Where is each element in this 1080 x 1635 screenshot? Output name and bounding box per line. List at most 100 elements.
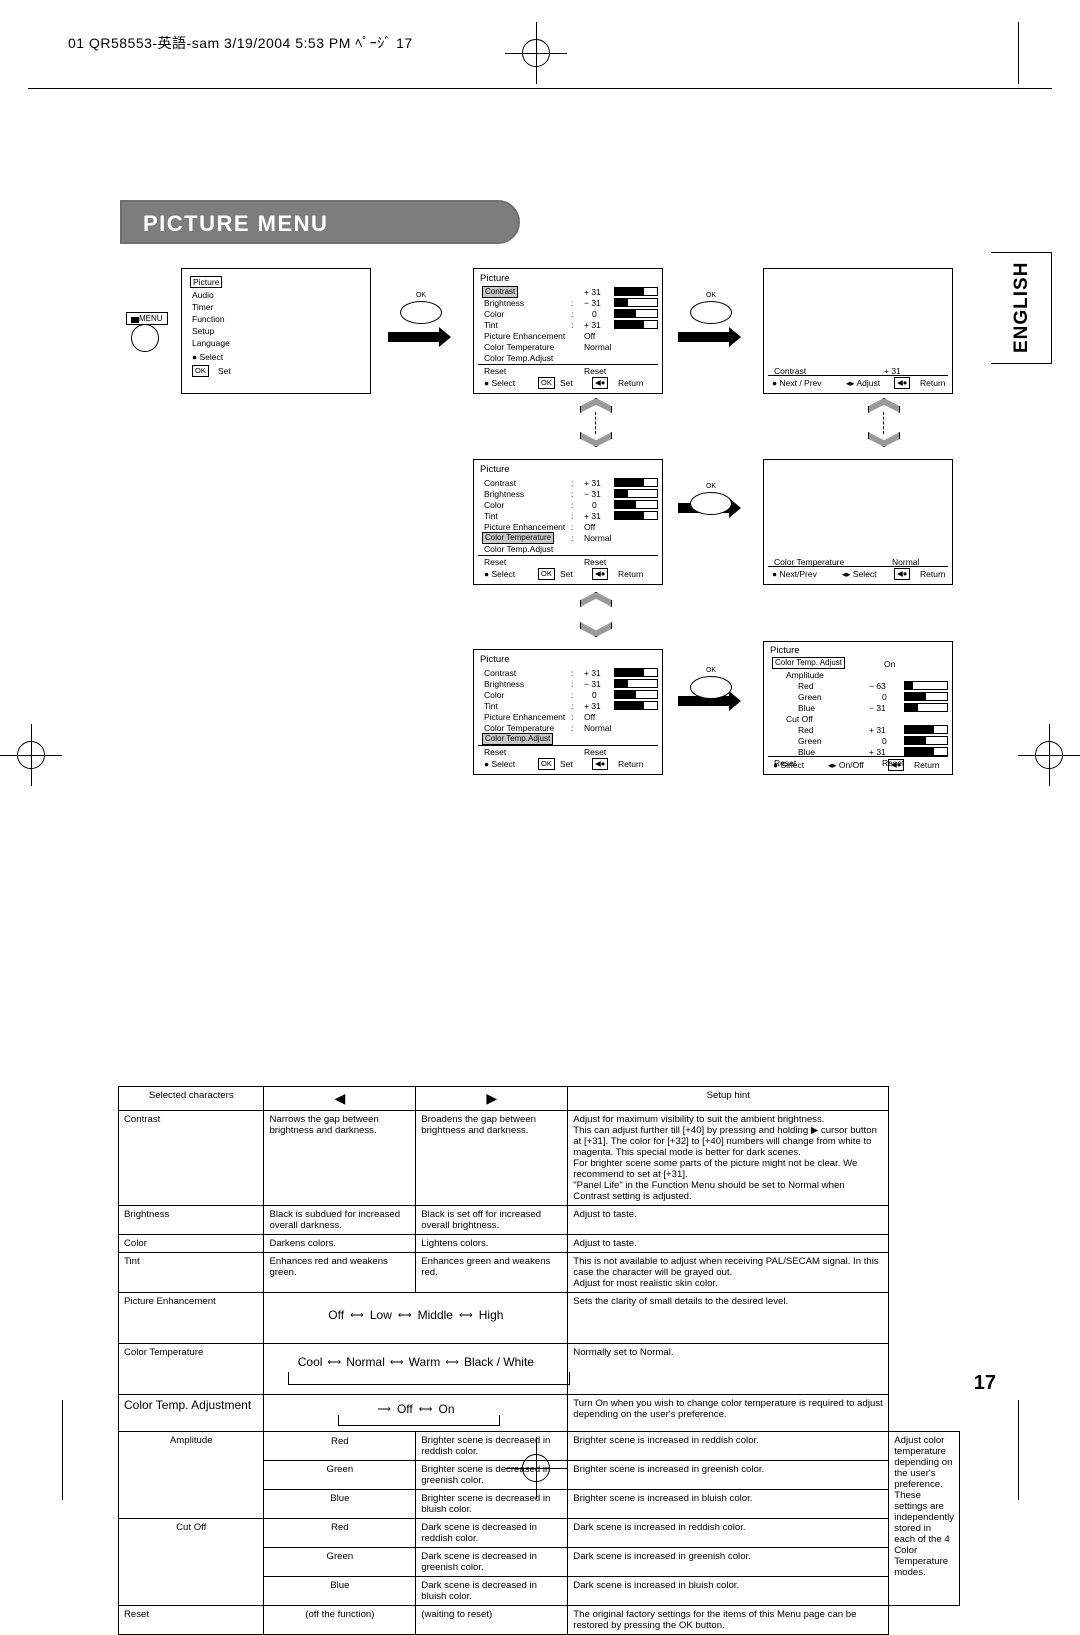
osd-panel6-row-enhancement-label[interactable]: Picture Enhancement	[484, 712, 565, 722]
osd-panel7-amp-green-value: 0	[882, 692, 887, 702]
osd-panel4-row-colortemp-label[interactable]: Color Temperature	[482, 532, 555, 544]
osd-menu-item-setup[interactable]: Setup	[192, 326, 214, 336]
osd-panel7-amp-green-label[interactable]: Green	[798, 692, 822, 702]
osd-panel6-row-brightness-label[interactable]: Brightness	[484, 679, 524, 689]
flow-arrow-icon: ⟷	[397, 1309, 412, 1321]
nav-chevron-up-3[interactable]	[580, 592, 612, 607]
osd-panel7-amp-blue-value: − 31	[869, 703, 886, 713]
osd-panel4-footer-select-label: Select	[491, 569, 516, 579]
osd-panel4-row-contrast-label[interactable]: Contrast	[484, 478, 516, 488]
document-page: 01 QR58553-英語-sam 3/19/2004 5:53 PM ﾍﾟｰｼ…	[0, 0, 1080, 1635]
osd-panel6-row-contrast-bar[interactable]	[614, 668, 658, 677]
osd-panel6-colon-2: :	[571, 679, 574, 689]
osd-panel7-cut-red-label[interactable]: Red	[798, 725, 814, 735]
osd-menu-item-audio[interactable]: Audio	[192, 290, 214, 300]
osd-panel2-row-brightness-label[interactable]: Brightness	[484, 298, 524, 308]
osd-panel7-amp-red-bar[interactable]	[904, 681, 948, 690]
osd-panel2-row-enhancement-label[interactable]: Picture Enhancement	[484, 331, 565, 341]
flow-loop-connector-colortemp	[288, 1372, 571, 1385]
nav-chevron-down-3[interactable]	[580, 622, 612, 637]
osd-menu-item-function[interactable]: Function	[192, 314, 225, 324]
osd-panel4-row-contrast-bar[interactable]	[614, 478, 658, 487]
osd-panel2-row-colortemp-label[interactable]: Color Temperature	[484, 342, 554, 352]
osd-panel4-row-color-bar[interactable]	[614, 500, 658, 509]
osd-panel4-row-color-label[interactable]: Color	[484, 500, 504, 510]
osd-panel7-amp-blue-label[interactable]: Blue	[798, 703, 815, 713]
osd-panel4-row-tint-label[interactable]: Tint	[484, 511, 498, 521]
osd-panel7-amp-red-label[interactable]: Red	[798, 681, 814, 691]
osd-panel6-row-reset-label[interactable]: Reset	[484, 747, 506, 757]
osd-panel4-colon-4: :	[571, 511, 574, 521]
osd-panel6-row-color-bar[interactable]	[614, 690, 658, 699]
osd-panel7-amp-green-bar[interactable]	[904, 692, 948, 701]
osd-panel4-row-brightness-bar[interactable]	[614, 489, 658, 498]
osd-panel7-head-label[interactable]: Color Temp. Adjust	[772, 657, 845, 669]
osd-panel4-row-tint-value: + 31	[584, 511, 601, 521]
row-group-cutoff: Cut Off	[117, 1518, 265, 1606]
nav-chevron-down-1[interactable]	[580, 432, 612, 447]
osd-panel7-cut-red-bar[interactable]	[904, 725, 948, 734]
row-flow-colortemp-adjustment: ⟶ Off ⟷ On	[263, 1394, 569, 1432]
osd-panel6-row-contrast-label[interactable]: Contrast	[484, 668, 516, 678]
ok-button-2-label: OK	[705, 292, 717, 299]
osd-panel2-footer-return-icon: ◀●	[592, 377, 609, 389]
ok-button-4[interactable]: OK	[690, 667, 732, 699]
osd-panel7-amp-blue-bar[interactable]	[904, 703, 948, 712]
ok-button-3[interactable]: OK	[690, 483, 732, 515]
osd-panel-colortemp-select: Color Temperature Normal ● Next/Prev ◂▸ …	[763, 459, 953, 585]
osd-panel6-row-color-label[interactable]: Color	[484, 690, 504, 700]
osd-panel2-row-tint-bar[interactable]	[614, 320, 658, 329]
page-title: PICTURE MENU	[143, 211, 329, 236]
osd-panel7-cut-green-label[interactable]: Green	[798, 736, 822, 746]
osd-panel6-row-colortemp-label[interactable]: Color Temperature	[484, 723, 554, 733]
row-color-green-cutoff: Green	[263, 1547, 417, 1577]
osd-menu-item-language[interactable]: Language	[192, 338, 230, 348]
osd-panel7-cut-green-bar[interactable]	[904, 736, 948, 745]
nav-chevron-down-2[interactable]	[868, 432, 900, 447]
osd-panel2-row-brightness-bar[interactable]	[614, 298, 658, 307]
menu-button[interactable]	[131, 324, 159, 352]
osd-panel6-footer-set: Set	[560, 759, 573, 769]
osd-panel4-row-brightness-label[interactable]: Brightness	[484, 489, 524, 499]
osd-panel4-row-enhancement-label[interactable]: Picture Enhancement	[484, 522, 565, 532]
table-header-setup-hint: Setup hint	[567, 1086, 890, 1111]
osd-panel2-row-color-label[interactable]: Color	[484, 309, 504, 319]
osd-menu-item-picture[interactable]: Picture	[190, 276, 223, 288]
osd-panel2-row-reset-label[interactable]: Reset	[484, 366, 506, 376]
osd-panel2-row-contrast-bar[interactable]	[614, 287, 658, 296]
flow-item-low: Low	[369, 1308, 392, 1322]
osd-panel6-row-enhancement-value: Off	[584, 712, 596, 722]
osd-panel4-row-reset-label[interactable]: Reset	[484, 557, 506, 567]
flow-arrow-icon: ⟷	[458, 1309, 473, 1321]
registration-mark-right-circle	[1035, 741, 1063, 769]
osd-panel6-row-tint-label[interactable]: Tint	[484, 701, 498, 711]
osd-menu-item-timer[interactable]: Timer	[192, 302, 213, 312]
flow-loop-connector-ctadjust	[338, 1415, 501, 1426]
osd-panel2-row-color-bar[interactable]	[614, 309, 658, 318]
ok-button-2[interactable]: OK	[690, 292, 732, 324]
nav-chevron-up-1[interactable]	[580, 398, 612, 413]
osd-panel4-row-ctadjust-label[interactable]: Color Temp.Adjust	[484, 544, 553, 554]
osd-panel4-row-tint-bar[interactable]	[614, 511, 658, 520]
nav-dashed-connector-1	[595, 412, 596, 434]
osd-panel7-cut-blue-bar[interactable]	[904, 747, 948, 756]
osd-panel6-footer-return-icon: ◀●	[592, 758, 609, 770]
osd-panel3-footer-nextprev-label: Next / Prev	[779, 378, 822, 388]
row-left-cut-blue: Dark scene is decreased in bluish color.	[415, 1576, 569, 1606]
table-header-selected-characters: Selected characters	[117, 1086, 265, 1111]
osd-panel2-row-tint-label[interactable]: Tint	[484, 320, 498, 330]
ok-button-4-label: OK	[705, 667, 717, 674]
page-number: 17	[973, 1372, 996, 1394]
nav-chevron-up-2[interactable]	[868, 398, 900, 413]
osd-panel6-row-tint-bar[interactable]	[614, 701, 658, 710]
osd-panel2-row-ctadjust-label[interactable]: Color Temp.Adjust	[484, 353, 553, 363]
osd-panel6-row-ctadjust-label[interactable]: Color Temp.Adjust	[482, 733, 554, 745]
osd-panel2-title: Picture	[480, 273, 510, 284]
row-left-amp-red: Brighter scene is decreased in reddish c…	[415, 1431, 569, 1461]
osd-panel6-row-brightness-bar[interactable]	[614, 679, 658, 688]
row-name-brightness: Brightness	[117, 1205, 265, 1235]
osd-panel2-row-contrast-label[interactable]: Contrast	[482, 286, 519, 298]
row-hint-color-temperature: Normally set to Normal.	[567, 1343, 890, 1395]
ok-button-1[interactable]: OK	[400, 292, 442, 324]
row-name-tint: Tint	[117, 1252, 265, 1293]
